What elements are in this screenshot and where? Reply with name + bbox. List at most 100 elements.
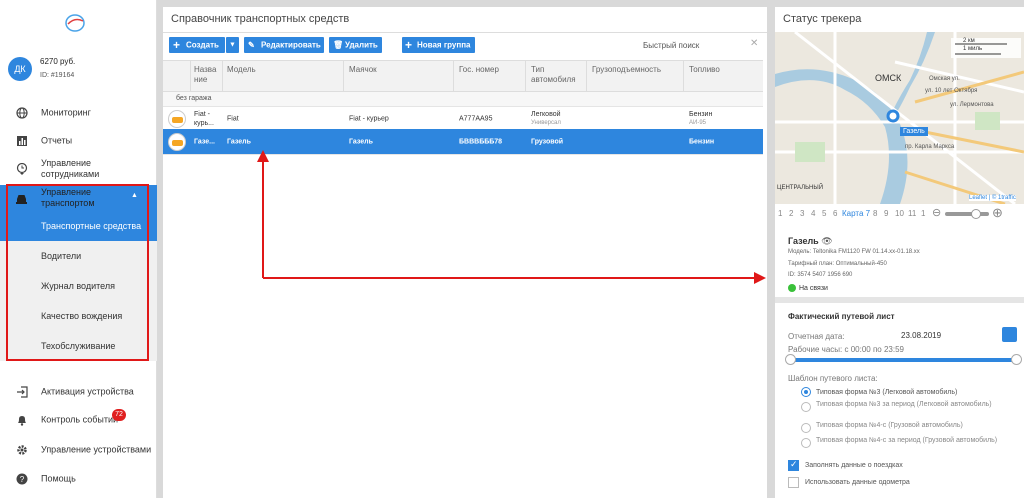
template-radio-2[interactable] xyxy=(801,402,811,412)
map-graphic xyxy=(775,32,1024,204)
page-link[interactable]: 3 xyxy=(800,209,804,218)
sidebar-item-devices[interactable]: Управление устройствами xyxy=(0,439,157,461)
column-header[interactable]: Маячок xyxy=(349,65,377,75)
events-badge: 72 xyxy=(112,409,126,421)
column-header[interactable]: Назва ние xyxy=(194,65,216,85)
column-header[interactable]: Топливо xyxy=(689,65,720,75)
work-hours-slider[interactable] xyxy=(789,358,1019,362)
sidebar-item-activation[interactable]: Активация устройства xyxy=(0,381,157,403)
template-option-label[interactable]: Типовая форма №4-с (Грузовой автомобиль) xyxy=(816,421,1006,430)
section-title: Фактический путевой лист xyxy=(788,312,895,321)
group-row[interactable]: без гаража xyxy=(163,92,763,107)
clock-pin-icon xyxy=(16,163,28,175)
sidebar-item-monitoring[interactable]: Мониторинг xyxy=(0,102,157,124)
map-street-label: Омская ул. xyxy=(929,76,960,82)
page-link[interactable]: 6 xyxy=(833,209,837,218)
page-link[interactable]: 4 xyxy=(811,209,815,218)
sidebar-item-label: Активация устройства xyxy=(41,386,134,397)
cell-type: Грузовой xyxy=(531,138,564,145)
help-icon: ? xyxy=(16,473,28,485)
slider-handle-end[interactable] xyxy=(1011,354,1022,365)
tracker-status-panel: Статус трекера ОМСК Газель 2 км 1 миль L… xyxy=(775,7,1024,498)
odometer-label[interactable]: Использовать данные одометра xyxy=(805,479,910,486)
column-header[interactable]: Тип автомобиля xyxy=(531,65,581,85)
highlight-box xyxy=(6,184,149,361)
sidebar-item-employees[interactable]: Управление сотрудниками xyxy=(0,156,157,182)
page-link[interactable]: 10 xyxy=(895,209,904,218)
edit-button[interactable]: ✎ Редактировать xyxy=(244,37,324,53)
table-row-selected[interactable]: Газе... Газель Газель БВВВБББ78 Грузовой… xyxy=(163,129,763,155)
template-radio-3[interactable] xyxy=(801,423,811,433)
column-header[interactable]: Гос. номер xyxy=(459,65,499,75)
divider xyxy=(453,61,454,93)
sidebar-item-reports[interactable]: Отчеты xyxy=(0,130,157,152)
sidebar: ДК 6270 руб. ID: #19164 Мониторинг Отчет… xyxy=(0,0,157,498)
page-link[interactable]: 5 xyxy=(822,209,826,218)
calendar-icon[interactable] xyxy=(1002,327,1017,342)
page-link[interactable]: 1 xyxy=(778,209,782,218)
zoom-out-icon[interactable]: ⊖ xyxy=(932,206,941,219)
zoom-slider-knob[interactable] xyxy=(971,209,981,219)
divider xyxy=(586,61,587,93)
globe-icon xyxy=(16,107,28,119)
new-group-button[interactable]: + Новая группа xyxy=(402,37,475,53)
page-link-current[interactable]: Карта 7 xyxy=(842,209,870,218)
report-date-label: Отчетная дата: xyxy=(788,332,845,341)
fill-trips-checkbox[interactable] xyxy=(788,459,799,471)
template-option-label[interactable]: Типовая форма №3 за период (Легковой авт… xyxy=(816,400,1006,409)
create-dropdown-button[interactable]: ▼ xyxy=(226,37,239,53)
new-group-label: Новая группа xyxy=(417,40,471,50)
sidebar-item-events[interactable]: Контроль событий xyxy=(0,409,157,431)
map-attribution[interactable]: Leaflet | © 1traffic xyxy=(969,195,1016,201)
close-icon[interactable]: ✕ xyxy=(750,38,758,49)
page-link[interactable]: 9 xyxy=(884,209,888,218)
login-icon xyxy=(17,386,28,398)
cell-tracker: Fiat - курьер xyxy=(349,115,389,122)
map[interactable]: ОМСК Газель 2 км 1 миль Leaflet | © 1tra… xyxy=(775,32,1024,204)
cell-tracker: Газель xyxy=(349,138,373,145)
column-header[interactable]: Грузоподъемность xyxy=(592,65,661,75)
page-link[interactable]: 11 xyxy=(908,209,916,218)
eye-icon[interactable]: 👁 xyxy=(821,236,832,246)
chart-icon xyxy=(17,136,27,146)
delete-label: Удалить xyxy=(345,40,378,50)
edit-label: Редактировать xyxy=(261,40,321,50)
fuel-sub: АИ-95 xyxy=(689,119,706,126)
fuel-value: Бензин xyxy=(689,110,713,118)
create-button[interactable]: + Создать xyxy=(169,37,225,53)
template-option-label[interactable]: Типовая форма №4-с за период (Грузовой а… xyxy=(816,436,1006,445)
quick-search-input[interactable]: Быстрый поиск xyxy=(643,41,699,50)
zoom-slider[interactable] xyxy=(945,212,989,216)
pagination: 1 2 3 4 5 6 Карта 7 8 9 10 11 1 ⊖ ⊕ xyxy=(778,205,1023,221)
vehicle-name: Газель 👁 xyxy=(788,236,833,247)
cell-plate: А777АА95 xyxy=(459,115,493,122)
status-text: На связи xyxy=(799,284,828,292)
sidebar-item-label: Управление устройствами xyxy=(41,444,152,455)
plus-icon: + xyxy=(405,38,413,52)
column-header[interactable]: Модель xyxy=(227,65,256,75)
status-badge: На связи xyxy=(788,284,828,292)
avatar[interactable]: ДК xyxy=(8,57,32,81)
sidebar-item-help[interactable]: ? Помощь xyxy=(0,468,157,490)
page-link[interactable]: 1 xyxy=(921,209,925,218)
create-label: Создать xyxy=(186,40,219,50)
sidebar-item-label: Контроль событий xyxy=(41,414,119,425)
cell-name: Газе... xyxy=(194,138,215,145)
type-sub: Универсал xyxy=(531,119,561,126)
panel-title: Статус трекера xyxy=(783,13,862,25)
odometer-checkbox[interactable] xyxy=(788,477,799,488)
cell-name: Fiat - курь... xyxy=(194,110,214,127)
page-link[interactable]: 8 xyxy=(873,209,877,218)
divider xyxy=(775,297,1024,303)
report-date-value[interactable]: 23.08.2019 xyxy=(901,331,941,340)
template-radio-4[interactable] xyxy=(801,438,811,448)
zoom-in-icon[interactable]: ⊕ xyxy=(992,205,1003,221)
page-link[interactable]: 2 xyxy=(789,209,793,218)
map-marker-label[interactable]: Газель xyxy=(900,127,928,136)
account-info[interactable]: ДК 6270 руб. ID: #19164 xyxy=(8,55,148,85)
slider-handle-start[interactable] xyxy=(785,354,796,365)
delete-button[interactable]: 🗑 Удалить xyxy=(329,37,382,53)
fill-trips-label[interactable]: Заполнять данные о поездках xyxy=(805,462,903,469)
template-radio-1[interactable] xyxy=(801,387,811,397)
template-option-label[interactable]: Типовая форма №3 (Легковой автомобиль) xyxy=(816,388,1006,397)
